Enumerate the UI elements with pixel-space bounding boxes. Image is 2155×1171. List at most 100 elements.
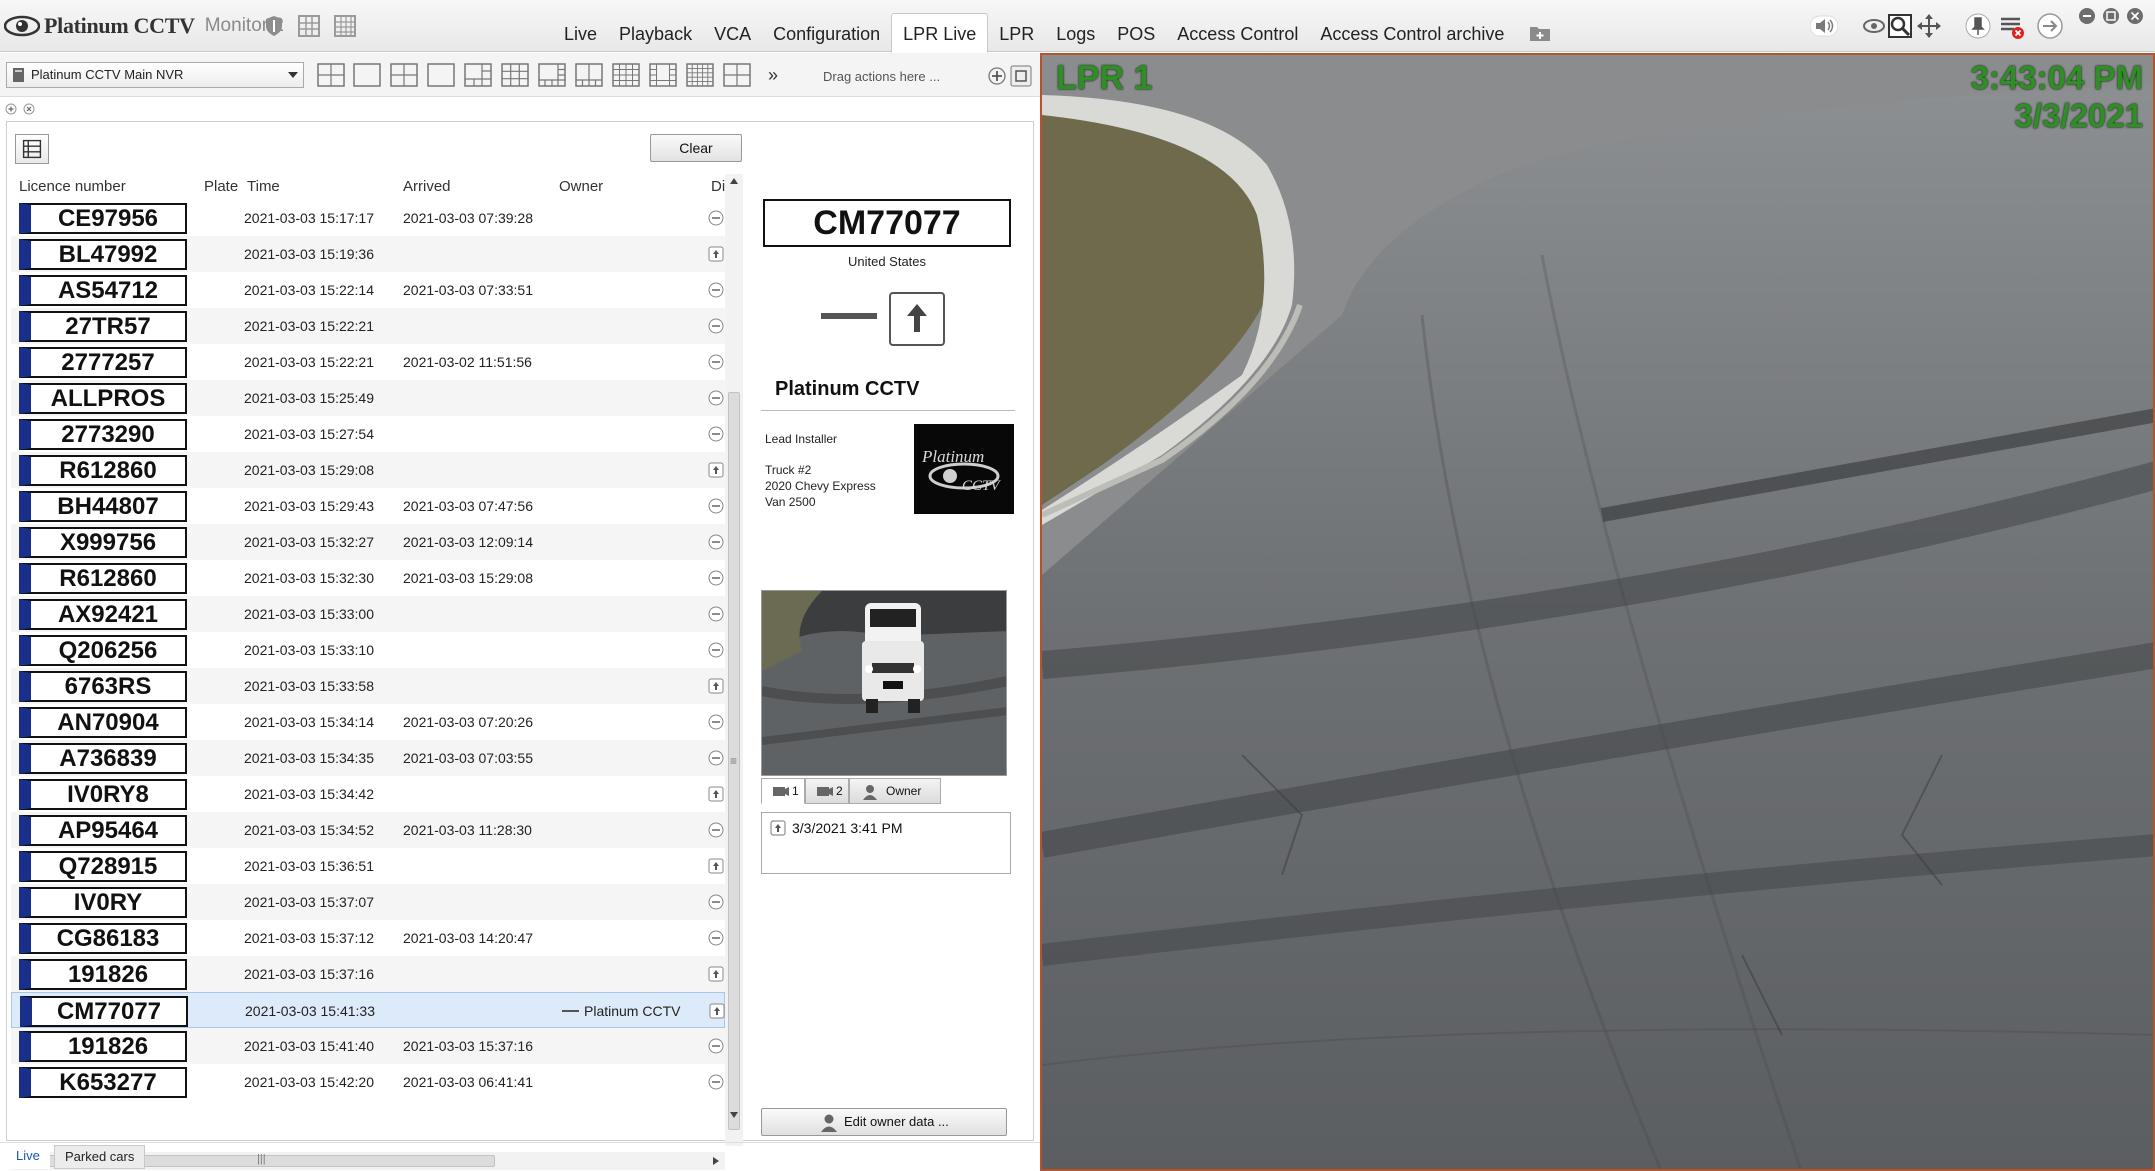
- col-licence-number[interactable]: Licence number: [19, 178, 126, 195]
- minimize-icon[interactable]: [2077, 6, 2097, 26]
- col-arrived[interactable]: Arrived: [403, 178, 451, 195]
- table-row[interactable]: AS54712 2021-03-03 15:22:14 2021-03-03 07:…: [11, 272, 725, 308]
- table-row[interactable]: AX92421 2021-03-03 15:33:00: [11, 596, 725, 632]
- table-row[interactable]: AP95464 2021-03-03 15:34:52 2021-03-03 11:…: [11, 812, 725, 848]
- grid-large-icon[interactable]: [333, 14, 357, 38]
- add-tab-icon[interactable]: [1529, 24, 1551, 42]
- view-icon[interactable]: [1860, 12, 1888, 40]
- layout-1x1-icon[interactable]: [352, 60, 382, 90]
- add-icon[interactable]: [988, 67, 1006, 85]
- table-row[interactable]: ALLPROS 2021-03-03 15:25:49: [11, 380, 725, 416]
- table-row[interactable]: 27TR57 2021-03-03 15:22:21: [11, 308, 725, 344]
- snapshot-tab-owner[interactable]: Owner: [849, 778, 941, 804]
- scroll-down-icon[interactable]: [730, 1112, 738, 1118]
- time-cell: 2021-03-03 15:22:21: [244, 318, 374, 334]
- server-select[interactable]: Platinum CCTV Main NVR: [6, 62, 304, 88]
- layout-4x4-icon[interactable]: [611, 60, 641, 90]
- table-row[interactable]: BL47992 2021-03-03 15:19:36: [11, 236, 725, 272]
- table-row[interactable]: R612860 2021-03-03 15:32:30 2021-03-03 15:…: [11, 560, 725, 596]
- maximize-icon[interactable]: [2101, 6, 2121, 26]
- event-time[interactable]: 3/3/2021 3:41 PM: [792, 820, 903, 836]
- layout-1plus5-icon[interactable]: [463, 60, 493, 90]
- tab-live[interactable]: Live: [553, 16, 608, 52]
- layout-5x5-icon[interactable]: [685, 60, 715, 90]
- snapshot-tab-1[interactable]: 1: [761, 778, 805, 804]
- zoom-icon[interactable]: [1886, 12, 1914, 40]
- server-select-value: Platinum CCTV Main NVR: [31, 67, 184, 82]
- col-direction[interactable]: Di: [711, 178, 725, 195]
- col-owner[interactable]: Owner: [559, 178, 603, 195]
- tab-pos[interactable]: POS: [1106, 16, 1166, 52]
- arrived-cell: 2021-03-03 07:47:56: [403, 498, 533, 514]
- layout-2plus8-icon[interactable]: [574, 60, 604, 90]
- table-row[interactable]: CG86183 2021-03-03 15:37:12 2021-03-03 14:…: [11, 920, 725, 956]
- tab-configuration[interactable]: Configuration: [762, 16, 891, 52]
- licence-plate: CG86183: [19, 923, 187, 954]
- tab-vca[interactable]: VCA: [703, 16, 762, 52]
- direction-indicator: [889, 292, 945, 346]
- col-time[interactable]: Time: [247, 178, 280, 195]
- licence-plate: 6763RS: [19, 671, 187, 702]
- table-row[interactable]: 191826 2021-03-03 15:41:40 2021-03-03 15:3…: [11, 1028, 725, 1064]
- table-row[interactable]: 2773290 2021-03-03 15:27:54: [11, 416, 725, 452]
- table-row[interactable]: IV0RY8 2021-03-03 15:34:42: [11, 776, 725, 812]
- col-plate[interactable]: Plate: [204, 178, 238, 195]
- tab-playback[interactable]: Playback: [608, 16, 703, 52]
- table-row[interactable]: 191826 2021-03-03 15:37:16: [11, 956, 725, 992]
- vertical-scrollbar[interactable]: ≡: [725, 174, 743, 1146]
- table-row[interactable]: IV0RY 2021-03-03 15:37:07: [11, 884, 725, 920]
- table-row[interactable]: AN70904 2021-03-03 15:34:14 2021-03-03 07:…: [11, 704, 725, 740]
- scroll-up-icon[interactable]: [730, 178, 738, 184]
- table-row[interactable]: CE97956 2021-03-03 15:17:17 2021-03-03 07:…: [11, 200, 725, 236]
- table-row[interactable]: BH44807 2021-03-03 15:29:43 2021-03-03 07:…: [11, 488, 725, 524]
- tab-parked-cars[interactable]: Parked cars: [54, 1145, 146, 1169]
- pin-icon[interactable]: [1964, 12, 1992, 40]
- snapshot-tab-2[interactable]: 2: [805, 778, 849, 804]
- expand-collapse-icons[interactable]: [4, 101, 44, 117]
- camera-view[interactable]: LPR 1 3:43:04 PM 3/3/2021: [1040, 53, 2155, 1171]
- table-row[interactable]: A736839 2021-03-03 15:34:35 2021-03-03 07:…: [11, 740, 725, 776]
- direction-unknown-icon: [708, 390, 724, 406]
- user-icon: [821, 1114, 837, 1132]
- layout-2x2-a-icon[interactable]: [316, 60, 346, 90]
- move-icon[interactable]: [1915, 12, 1943, 40]
- layout-1plus7-icon[interactable]: [537, 60, 567, 90]
- direction-unknown-icon: [708, 534, 724, 550]
- lpr-live-pane: Clear Licence number Plate Time Arrived …: [6, 121, 1034, 1170]
- layout-2x2-b-icon[interactable]: [722, 60, 752, 90]
- shield-icon[interactable]: [262, 14, 286, 38]
- tab-access-control[interactable]: Access Control: [1166, 16, 1309, 52]
- table-row[interactable]: K653277 2021-03-03 15:42:20 2021-03-03 06:…: [11, 1064, 725, 1100]
- tab-lpr[interactable]: LPR: [988, 16, 1045, 52]
- layout-1plus12-icon[interactable]: [648, 60, 678, 90]
- table-row[interactable]: 2777257 2021-03-03 15:22:21 2021-03-02 11:…: [11, 344, 725, 380]
- edit-owner-button[interactable]: Edit owner data ...: [761, 1108, 1007, 1136]
- tab-access-control-archive[interactable]: Access Control archive: [1309, 16, 1515, 52]
- table-row[interactable]: X999756 2021-03-03 15:32:27 2021-03-03 12:…: [11, 524, 725, 560]
- table-row[interactable]: Q206256 2021-03-03 15:33:10: [11, 632, 725, 668]
- column-chooser-button[interactable]: [15, 134, 49, 164]
- layout-2x2-icon[interactable]: [389, 60, 419, 90]
- speaker-icon[interactable]: [1810, 12, 1838, 40]
- close-icon[interactable]: [2125, 6, 2145, 26]
- direction-unknown-icon: [708, 894, 724, 910]
- vehicle-snapshot[interactable]: [761, 590, 1007, 776]
- layout-3x3-icon[interactable]: [500, 60, 530, 90]
- grid-icon[interactable]: [297, 14, 321, 38]
- alarm-list-icon[interactable]: [1998, 12, 2026, 40]
- time-cell: 2021-03-03 15:27:54: [244, 426, 374, 442]
- clear-button[interactable]: Clear: [650, 134, 742, 162]
- tab-lpr-live[interactable]: LPR Live: [891, 13, 989, 53]
- table-row[interactable]: Q728915 2021-03-03 15:36:51: [11, 848, 725, 884]
- tab-live-bottom[interactable]: Live: [6, 1145, 50, 1169]
- table-row[interactable]: 6763RS 2021-03-03 15:33:58: [11, 668, 725, 704]
- time-cell: 2021-03-03 15:22:21: [244, 354, 374, 370]
- layout-single-icon[interactable]: [426, 60, 456, 90]
- licence-plate: 27TR57: [19, 311, 187, 342]
- table-row[interactable]: R612860 2021-03-03 15:29:08: [11, 452, 725, 488]
- tab-logs[interactable]: Logs: [1045, 16, 1106, 52]
- more-layouts-button[interactable]: »: [768, 65, 778, 86]
- fullscreen-icon[interactable]: [1010, 65, 1032, 87]
- logout-icon[interactable]: [2036, 12, 2064, 40]
- table-row[interactable]: CM77077 2021-03-03 15:41:33 Platinum CCTV: [11, 992, 725, 1028]
